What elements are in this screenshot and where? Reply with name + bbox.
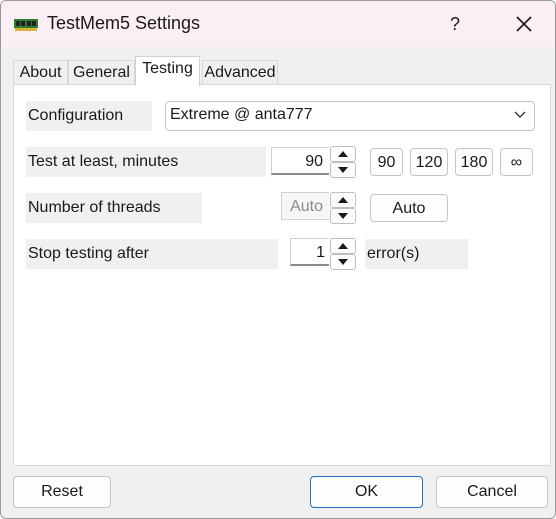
spin-down-button[interactable] [330, 254, 356, 270]
caret-down-icon [338, 259, 348, 265]
preset-90-button[interactable]: 90 [370, 148, 403, 176]
spin-up-button[interactable] [330, 192, 356, 208]
testing-panel: Configuration Extreme @ anta777 Test at … [13, 84, 551, 466]
preset-120-button[interactable]: 120 [410, 148, 448, 176]
min-minutes-spinner [330, 146, 356, 178]
stop-errors-input[interactable]: 1 [290, 238, 329, 266]
stop-label: Stop testing after [26, 239, 278, 269]
configuration-select[interactable]: Extreme @ anta777 [165, 101, 535, 131]
preset-180-button[interactable]: 180 [455, 148, 493, 176]
threads-spinner [330, 192, 356, 224]
stop-unit-label: error(s) [365, 239, 468, 269]
min-minutes-label: Test at least, minutes [26, 147, 266, 177]
spin-up-button[interactable] [330, 146, 356, 162]
caret-up-icon [338, 197, 348, 203]
close-icon[interactable] [509, 10, 539, 38]
title-bar[interactable]: TestMem5 Settings ? [1, 1, 555, 47]
help-button[interactable]: ? [441, 10, 469, 38]
tab-advanced[interactable]: Advanced [202, 60, 278, 85]
caret-up-icon [338, 243, 348, 249]
window-title: TestMem5 Settings [47, 13, 201, 33]
chevron-down-icon [514, 111, 526, 118]
tab-general[interactable]: General [68, 60, 135, 85]
ok-button[interactable]: OK [310, 476, 423, 508]
stop-errors-spinner [330, 238, 356, 270]
min-minutes-input[interactable]: 90 [271, 147, 329, 175]
configuration-label: Configuration [26, 101, 152, 131]
threads-auto-button[interactable]: Auto [370, 194, 448, 222]
configuration-value: Extreme @ anta777 [170, 106, 313, 123]
cancel-button[interactable]: Cancel [436, 476, 548, 508]
reset-button[interactable]: Reset [13, 476, 111, 508]
caret-up-icon [338, 151, 348, 157]
memory-chip-icon [14, 19, 38, 31]
threads-input[interactable]: Auto [281, 192, 329, 220]
dialog-window: TestMem5 Settings ? About General Testin… [0, 0, 556, 519]
spin-down-button[interactable] [330, 162, 356, 178]
threads-label: Number of threads [26, 193, 202, 223]
spin-up-button[interactable] [330, 238, 356, 254]
caret-down-icon [338, 213, 348, 219]
preset-infinite-button[interactable]: ∞ [500, 148, 533, 176]
tab-about[interactable]: About [13, 60, 68, 85]
caret-down-icon [338, 167, 348, 173]
tab-strip: About General Testing Advanced [13, 56, 553, 86]
spin-down-button[interactable] [330, 208, 356, 224]
tab-testing[interactable]: Testing [135, 56, 200, 86]
